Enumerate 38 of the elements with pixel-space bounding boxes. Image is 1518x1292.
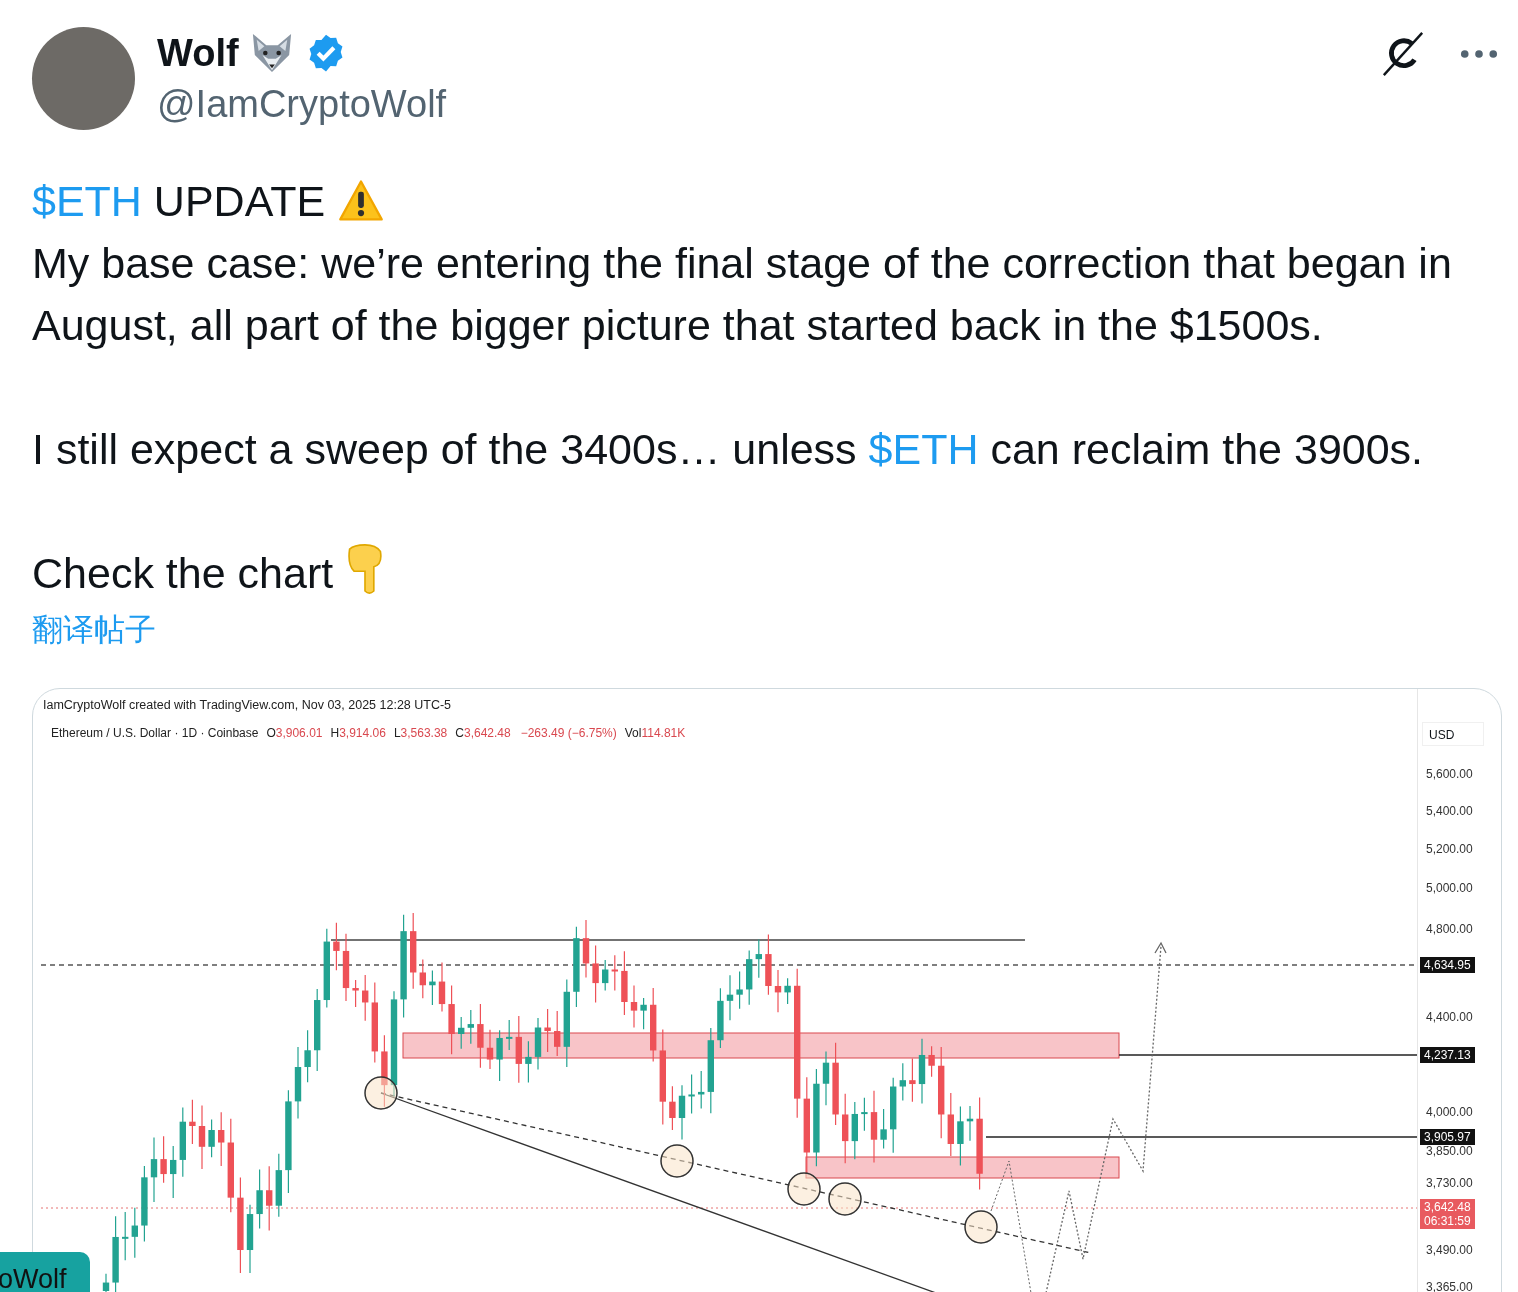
current-price-tag: 3,642.48 06:31:59 [1420,1199,1475,1229]
post-text: Check the chart [32,542,1487,604]
price-axis-label: 4,800.00 [1426,922,1473,936]
price-axis-label: 3,365.00 [1426,1280,1473,1292]
swing-low-circle [787,1172,821,1206]
price-axis-label: 5,200.00 [1426,842,1473,856]
slashed-circle-icon[interactable] [1380,31,1426,77]
swing-low-circle [364,1076,398,1110]
swing-low-circle [828,1182,862,1216]
price-axis-label: 3,490.00 [1426,1243,1473,1257]
swing-low-circle [660,1144,694,1178]
price-line-tag: 4,237.13 [1420,1047,1475,1063]
ohlc-value: L3,563.38 [393,726,448,740]
ohlc-value: C3,642.48 [455,726,511,740]
author-handle[interactable]: @IamCryptoWolf [157,83,447,126]
currency-label[interactable]: USD [1422,722,1484,746]
post-text: My base case: we’re entering the final stage of the correction that began in August, all part of the bigger picture that started back in the $1500s. [32,238,1453,351]
price-axis-label: 5,600.00 [1426,767,1473,781]
price-axis-label: 3,730.00 [1426,1176,1473,1190]
price-axis-label: 4,000.00 [1426,1105,1473,1119]
price-axis-label: 5,400.00 [1426,804,1473,818]
symbol-label: Ethereum / U.S. Dollar · 1D · Coinbase [51,726,259,740]
ohlc-value: O3,906.01 [266,726,323,740]
author-name[interactable]: Wolf [157,31,239,75]
price-line-tag: 4,634.95 [1420,957,1475,973]
ohlc-value: H3,914.06 [330,726,386,740]
price-change: −263.49 (−6.75%) [520,726,617,740]
username-tag: oWolf [0,1252,90,1292]
chart-credit-text: IamCryptoWolf created with TradingView.com, Nov 03, 2025 12:28 UTC-5 [43,698,452,712]
price-axis-label: 3,850.00 [1426,1144,1473,1158]
price-line-tag: 3,905.97 [1420,1129,1475,1145]
price-axis-label: 5,000.00 [1426,881,1473,895]
swing-low-circle [964,1210,998,1244]
volume-value: Vol114.81K [624,726,686,740]
more-options-icon[interactable] [1460,49,1498,59]
post-text: I still expect a sweep of the 3400s… unless $ETH can reclaim the 3900s. [32,424,1425,475]
price-axis-label: 4,400.00 [1426,1010,1473,1024]
post-text: $ETH UPDATE [32,170,1487,232]
